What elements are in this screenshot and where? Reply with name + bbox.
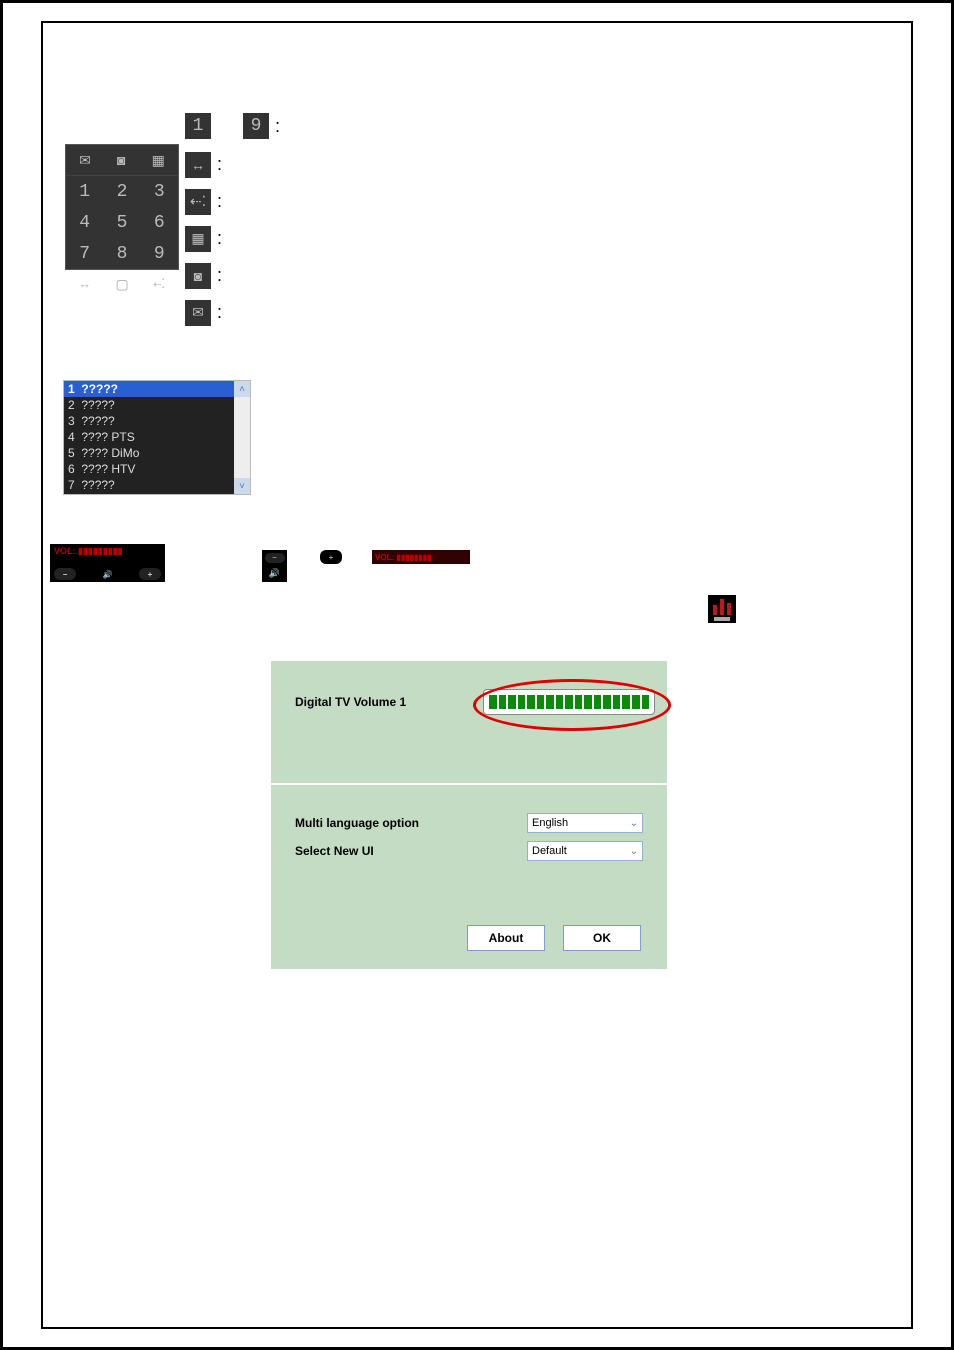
page: ✉ ◙ ▦ 1 2 3 4 5 6 7 8 9 ↔ ▢ ⇠⁚ 1 9 : ↔ xyxy=(0,0,954,1350)
volume-section-label: Digital TV Volume 1 xyxy=(295,695,406,709)
vol-down-button[interactable]: − xyxy=(54,568,76,580)
volume-label: VOL: ▮▮▮▮▮▮▮▮▮ xyxy=(54,546,161,557)
legend-row-back: ⇠⁚ : xyxy=(185,183,280,220)
key-arrows-h[interactable]: ↔ xyxy=(66,269,103,300)
ui-value: Default xyxy=(532,845,567,857)
speaker-icon[interactable]: 🔊 xyxy=(269,568,280,579)
volume-section: Digital TV Volume 1 xyxy=(271,661,667,785)
grid-icon[interactable]: ▦ xyxy=(152,152,165,169)
options-section: Multi language option English ⌄ Select N… xyxy=(271,785,667,923)
language-row: Multi language option English ⌄ xyxy=(295,813,643,833)
channel-row[interactable]: 2 ????? xyxy=(64,397,250,413)
legend-colon: : xyxy=(217,302,222,323)
vol-up-button[interactable]: + xyxy=(320,550,342,564)
envelope-icon: ✉ xyxy=(185,300,211,326)
key-2[interactable]: 2 xyxy=(103,176,140,207)
legend-row-camera: ◙ : xyxy=(185,257,280,294)
key-5[interactable]: 5 xyxy=(103,207,140,238)
channel-row[interactable]: 6 ???? HTV xyxy=(64,461,250,477)
ok-button[interactable]: OK xyxy=(563,925,641,951)
channel-list[interactable]: 1 ????? 2 ????? 3 ????? 4 ???? PTS 5 ???… xyxy=(63,380,251,495)
vol-up-button[interactable]: + xyxy=(139,568,161,580)
legend-colon: : xyxy=(275,116,280,137)
arrows-h-icon: ↔ xyxy=(185,152,211,178)
legend-colon: : xyxy=(217,191,222,212)
scroll-up-icon[interactable]: ˄ xyxy=(234,381,250,397)
key-6[interactable]: 6 xyxy=(141,207,178,238)
remote-pad: ✉ ◙ ▦ 1 2 3 4 5 6 7 8 9 ↔ ▢ ⇠⁚ xyxy=(65,144,179,270)
key-7[interactable]: 7 xyxy=(66,238,103,269)
envelope-icon[interactable]: ✉ xyxy=(79,152,91,169)
legend-row-grid: ▦ : xyxy=(185,220,280,257)
legend-row-envelope: ✉ : xyxy=(185,294,280,331)
equalizer-icon[interactable] xyxy=(708,595,736,623)
key-back[interactable]: ⇠⁚ xyxy=(141,269,178,300)
grid-icon: ▦ xyxy=(185,226,211,252)
remote-keys: 1 2 3 4 5 6 7 8 9 ↔ ▢ ⇠⁚ xyxy=(66,176,178,300)
channel-row[interactable]: 4 ???? PTS xyxy=(64,429,250,445)
key-0[interactable]: ▢ xyxy=(103,269,140,300)
legend-colon: : xyxy=(217,154,222,175)
settings-dialog: Digital TV Volume 1 Multi language optio… xyxy=(271,661,667,969)
equalizer-bars xyxy=(713,597,731,615)
legend-colon: : xyxy=(217,228,222,249)
remote-top-row: ✉ ◙ ▦ xyxy=(66,145,178,176)
volume-indicator: VOL: ▮▮▮▮▮▮▮▮ xyxy=(372,550,470,564)
highlight-ellipse xyxy=(473,679,671,731)
vol-down-button[interactable]: − xyxy=(265,553,285,563)
volume-mini-panel: − 🔊 xyxy=(262,550,287,582)
chevron-down-icon: ⌄ xyxy=(626,814,642,832)
channel-row-selected[interactable]: 1 ????? xyxy=(64,381,250,397)
ui-label: Select New UI xyxy=(295,844,374,858)
channel-row[interactable]: 3 ????? xyxy=(64,413,250,429)
digit-9-icon: 9 xyxy=(243,113,269,139)
ui-row: Select New UI Default ⌄ xyxy=(295,841,643,861)
language-value: English xyxy=(532,817,568,829)
speaker-icon[interactable]: 🔊 xyxy=(101,568,115,580)
legend-colon: : xyxy=(217,265,222,286)
volume-panel: VOL: ▮▮▮▮▮▮▮▮▮ − 🔊 + xyxy=(50,544,165,582)
key-4[interactable]: 4 xyxy=(66,207,103,238)
legend-row-numbers: 1 9 : xyxy=(185,106,280,146)
language-label: Multi language option xyxy=(295,816,419,830)
key-1[interactable]: 1 xyxy=(66,176,103,207)
about-button[interactable]: About xyxy=(467,925,545,951)
ui-dropdown[interactable]: Default ⌄ xyxy=(527,841,643,861)
key-3[interactable]: 3 xyxy=(141,176,178,207)
key-8[interactable]: 8 xyxy=(103,238,140,269)
legend-row-arrows-h: ↔ : xyxy=(185,146,280,183)
camera-icon: ◙ xyxy=(185,263,211,289)
channel-row[interactable]: 5 ???? DiMo xyxy=(64,445,250,461)
dialog-buttons: About OK xyxy=(271,925,667,951)
camera-icon[interactable]: ◙ xyxy=(117,152,125,168)
scrollbar[interactable]: ˄ ˅ xyxy=(234,381,250,494)
digit-1-icon: 1 xyxy=(185,113,211,139)
arrows-back-icon: ⇠⁚ xyxy=(185,189,211,215)
icon-legend: 1 9 : ↔ : ⇠⁚ : ▦ : ◙ : ✉ : xyxy=(185,106,280,331)
scroll-track[interactable] xyxy=(234,397,250,478)
language-dropdown[interactable]: English ⌄ xyxy=(527,813,643,833)
key-9[interactable]: 9 xyxy=(141,238,178,269)
channel-row[interactable]: 7 ????? xyxy=(64,477,250,493)
equalizer-base xyxy=(714,617,730,621)
scroll-down-icon[interactable]: ˅ xyxy=(234,478,250,494)
chevron-down-icon: ⌄ xyxy=(626,842,642,860)
